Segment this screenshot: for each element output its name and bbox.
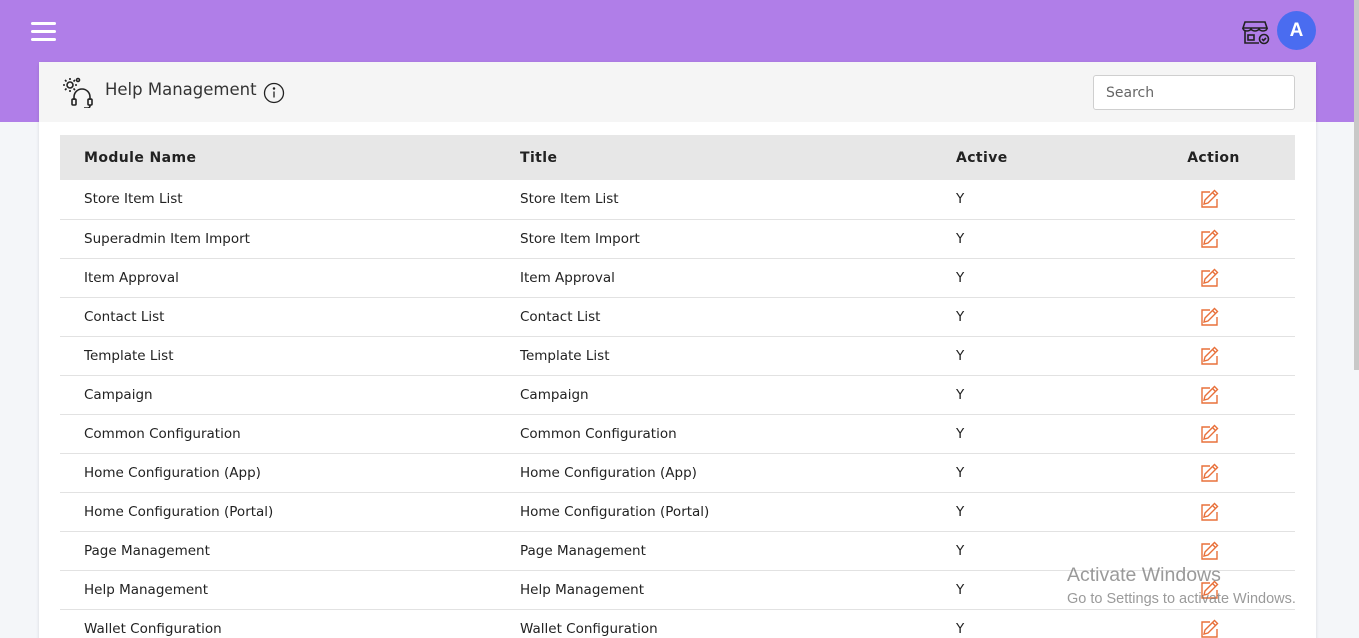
active-cell: Y (956, 230, 965, 247)
table-row: Item Approval Item Approval Y (60, 258, 1295, 297)
edit-icon[interactable] (1199, 424, 1219, 444)
module-name-cell: Superadmin Item Import (84, 230, 250, 247)
title-cell: Campaign (520, 386, 589, 403)
action-cell (1132, 414, 1295, 453)
search-input[interactable] (1093, 75, 1295, 110)
action-cell (1132, 180, 1295, 219)
module-name-cell: Template List (84, 347, 174, 364)
edit-icon[interactable] (1199, 385, 1219, 405)
module-name-cell: Home Configuration (Portal) (84, 503, 274, 520)
table-row: Store Item List Store Item List Y (60, 180, 1295, 219)
table-row: Template List Template List Y (60, 336, 1295, 375)
module-name-cell: Campaign (84, 386, 153, 403)
active-cell: Y (956, 386, 965, 403)
page-title: Help Management (105, 80, 257, 99)
module-name-cell: Help Management (84, 581, 208, 598)
table-row: Page Management Page Management Y (60, 531, 1295, 570)
table-header-row: Module Name Title Active Action (60, 135, 1295, 180)
edit-icon[interactable] (1199, 463, 1219, 483)
action-cell (1132, 531, 1295, 570)
title-cell: Template List (520, 347, 610, 364)
action-cell (1132, 609, 1295, 638)
page-scrollbar[interactable] (1354, 0, 1359, 370)
help-table: Module Name Title Active Action Store It… (60, 135, 1295, 638)
action-cell (1132, 375, 1295, 414)
action-cell (1132, 492, 1295, 531)
edit-icon[interactable] (1199, 502, 1219, 522)
active-cell: Y (956, 347, 965, 364)
edit-icon[interactable] (1199, 268, 1219, 288)
table-row: Superadmin Item Import Store Item Import Y (60, 219, 1295, 258)
title-cell: Contact List (520, 308, 601, 325)
gear-headset-icon (63, 77, 93, 108)
title-cell: Home Configuration (App) (520, 464, 697, 481)
action-cell (1132, 570, 1295, 609)
edit-icon[interactable] (1199, 189, 1219, 209)
title-cell: Page Management (520, 542, 646, 559)
module-name-cell: Contact List (84, 308, 165, 325)
table-row: Campaign Campaign Y (60, 375, 1295, 414)
edit-icon[interactable] (1199, 619, 1219, 638)
module-name-cell: Home Configuration (App) (84, 464, 261, 481)
avatar[interactable]: A (1277, 11, 1316, 50)
table-row: Common Configuration Common Configuration… (60, 414, 1295, 453)
info-icon[interactable] (263, 82, 285, 104)
title-cell: Home Configuration (Portal) (520, 503, 710, 520)
title-cell: Item Approval (520, 269, 615, 286)
module-name-cell: Page Management (84, 542, 210, 559)
module-name-cell: Item Approval (84, 269, 179, 286)
active-cell: Y (956, 503, 965, 520)
table-row: Contact List Contact List Y (60, 297, 1295, 336)
edit-icon[interactable] (1199, 307, 1219, 327)
edit-icon[interactable] (1199, 229, 1219, 249)
title-cell: Store Item Import (520, 230, 640, 247)
title-cell: Help Management (520, 581, 644, 598)
help-management-card: Help Management Module Name Title Active… (39, 62, 1316, 638)
action-cell (1132, 219, 1295, 258)
active-cell: Y (956, 425, 965, 442)
active-cell: Y (956, 308, 965, 325)
active-cell: Y (956, 581, 965, 598)
action-cell (1132, 258, 1295, 297)
table-row: Help Management Help Management Y (60, 570, 1295, 609)
column-header-action: Action (1187, 149, 1240, 166)
column-header-active[interactable]: Active (932, 135, 1132, 180)
active-cell: Y (956, 269, 965, 286)
active-cell: Y (956, 464, 965, 481)
table-row: Home Configuration (App) Home Configurati… (60, 453, 1295, 492)
module-name-cell: Wallet Configuration (84, 620, 222, 637)
column-header-title[interactable]: Title (496, 135, 932, 180)
active-cell: Y (956, 620, 965, 637)
table-row: Home Configuration (Portal) Home Configur… (60, 492, 1295, 531)
column-header-module-name[interactable]: Module Name (60, 135, 496, 180)
active-cell: Y (956, 542, 965, 559)
table-row: Wallet Configuration Wallet Configuration… (60, 609, 1295, 638)
module-name-cell: Store Item List (84, 191, 183, 208)
edit-icon[interactable] (1199, 346, 1219, 366)
edit-icon[interactable] (1199, 580, 1219, 600)
action-cell (1132, 336, 1295, 375)
active-cell: Y (956, 191, 965, 208)
module-name-cell: Common Configuration (84, 425, 241, 442)
edit-icon[interactable] (1199, 541, 1219, 561)
title-cell: Common Configuration (520, 425, 677, 442)
store-settings-icon[interactable] (1242, 18, 1270, 46)
card-header: Help Management (39, 62, 1316, 122)
title-cell: Store Item List (520, 191, 619, 208)
title-cell: Wallet Configuration (520, 620, 658, 637)
action-cell (1132, 297, 1295, 336)
action-cell (1132, 453, 1295, 492)
hamburger-menu-icon[interactable] (31, 22, 56, 42)
